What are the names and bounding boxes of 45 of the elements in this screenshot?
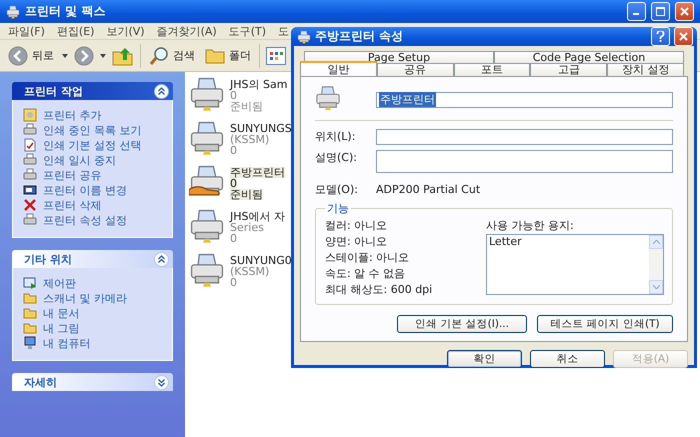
task-label: 제어판 [43,276,76,290]
printer-text: 0 [230,145,237,156]
paper-label: 사용 가능한 용지: [486,220,575,232]
task-label: 프린터 추가 [43,108,102,122]
printer-text: 0 [230,233,237,244]
printer-text: SUNYUNGS [230,123,292,134]
field-label: 위치(L): [315,129,356,144]
window-title: 프린터 및 팩스 [25,3,106,20]
printer-text: SUNYUNG0 [230,255,292,266]
dialog-title: 주방프린터 속성 [315,28,404,45]
panel-title: 자세히 [24,374,57,390]
feature-text: 속도: 알 수 없음 [325,268,406,280]
printer-text: 0 [230,178,237,189]
model-value: ADP200 Partial Cut [376,183,480,196]
printer-text: 0 [230,90,237,101]
feature-text: 최대 해상도: 600 dpi [325,284,434,296]
printer-text: 주방프린터 [230,167,285,178]
task-label: 프린터 공유 [43,168,102,182]
field-label: 설명(C): [315,150,358,165]
field-value: 주방프린터 [379,92,436,107]
panel-title: 기타 위치 [24,252,72,266]
task-label: 내 컴퓨터 [43,336,90,350]
panel-title: 프린터 작업 [24,84,83,98]
task-label: 프린터 이름 변경 [43,182,127,198]
task-label: 인쇄 중인 목록 보기 [43,122,142,138]
printer-text: 0 [230,277,237,288]
feature-text: 양면: 아니오 [325,236,388,248]
task-label: 스캐너 및 카메라 [43,290,127,306]
feature-text: 컬러: 아니오 [325,220,388,232]
printer-text: Series [230,222,264,233]
task-label: 프린터 삭제 [43,198,102,212]
task-label: 내 문서 [43,306,80,320]
task-label: 인쇄 일시 중지 [43,152,116,168]
group-title: 기능 [326,201,350,216]
printer-text: JHS에서 자 [230,211,285,222]
task-label: 내 그림 [43,320,80,336]
printer-text: (KSSM) [230,134,270,145]
task-label: 인쇄 기본 설정 선택 [43,138,142,152]
feature-text: 스테이플: 아니오 [325,252,410,264]
printer-text: 준비됨 [230,189,263,200]
task-label: 프린터 속성 설정 [43,212,127,228]
field-label: 모델(O): [315,182,359,197]
printer-text: (KSSM) [230,266,270,277]
printer-text: 준비됨 [230,101,263,112]
printer-text: JHS의 Sam [230,79,288,90]
